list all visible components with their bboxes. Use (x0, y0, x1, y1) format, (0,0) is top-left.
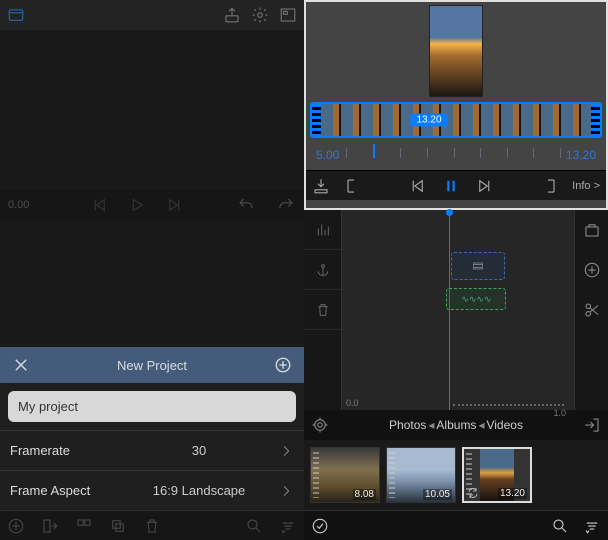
add-circle-icon[interactable] (6, 516, 26, 536)
pause-icon[interactable] (442, 177, 460, 195)
aspect-value: 16:9 Landscape (120, 483, 278, 498)
breadcrumb[interactable]: Photos◂Albums◂Videos (340, 418, 572, 432)
timeline-tracks: ∿∿∿∿ 0.0 (304, 210, 608, 410)
zoom-start: 0.0 (346, 398, 359, 408)
add-icon[interactable] (272, 354, 294, 376)
check-circle-icon[interactable] (310, 516, 330, 536)
audio-clip-placeholder[interactable]: ∿∿∿∿ (446, 288, 506, 310)
import-icon[interactable] (40, 516, 60, 536)
framerate-value: 30 (120, 443, 278, 458)
export-icon[interactable] (222, 5, 242, 25)
undo-icon[interactable] (236, 195, 256, 215)
gear-icon[interactable] (250, 5, 270, 25)
close-icon[interactable] (10, 354, 32, 376)
info-button[interactable]: Info > (572, 180, 600, 192)
left-bottom-toolbar (0, 510, 304, 540)
gallery-icon[interactable] (278, 5, 298, 25)
prev-frame-icon[interactable] (89, 195, 109, 215)
chevron-right-icon (278, 443, 294, 459)
media-thumb[interactable]: 13.20 (462, 447, 532, 503)
crumb-photos[interactable]: Photos (389, 418, 426, 432)
sort-icon[interactable] (582, 516, 602, 536)
download-icon[interactable] (312, 177, 330, 195)
thumb-duration: 8.08 (353, 489, 376, 500)
search-icon[interactable] (550, 516, 570, 536)
preview-thumb (430, 6, 482, 96)
right-preview-area (306, 2, 606, 100)
right-bottom-toolbar (304, 510, 608, 540)
media-thumb[interactable]: 10.05 (386, 447, 456, 503)
timeline-body[interactable]: ∿∿∿∿ 0.0 (342, 210, 574, 410)
library-icon[interactable] (310, 415, 330, 435)
insert-icon[interactable] (582, 415, 602, 435)
thumb-duration: 13.20 (498, 488, 527, 499)
redo-icon[interactable] (276, 195, 296, 215)
thumb-duration: 10.05 (423, 489, 452, 500)
left-transport-bar: 0.00 (0, 190, 304, 220)
right-preview-frame: 13.20 5.00 13.20 Info > (304, 0, 608, 210)
scissors-icon[interactable] (575, 290, 608, 330)
left-preview-area (0, 30, 304, 190)
aspect-row[interactable]: Frame Aspect 16:9 Landscape (0, 470, 304, 510)
media-thumb[interactable]: 8.08 (310, 447, 380, 503)
sort-icon[interactable] (278, 516, 298, 536)
plus-circle-icon[interactable] (575, 250, 608, 290)
project-name-input[interactable] (18, 399, 286, 414)
new-project-header: New Project (0, 347, 304, 383)
prev-frame-icon[interactable] (408, 177, 426, 195)
media-thumbnails: 8.08 10.05 13.20 (304, 440, 608, 510)
mark-in-icon[interactable] (342, 177, 360, 195)
levels-icon[interactable] (304, 210, 341, 250)
aspect-label: Frame Aspect (10, 483, 120, 498)
preview-timescale[interactable]: 5.00 13.20 (306, 140, 606, 170)
framerate-row[interactable]: Framerate 30 (0, 430, 304, 470)
next-frame-icon[interactable] (165, 195, 185, 215)
left-toolbar (0, 0, 304, 30)
filmstrip-playhead-label: 13.20 (410, 114, 447, 127)
crumb-videos[interactable]: Videos (486, 418, 522, 432)
mark-out-icon[interactable] (542, 177, 560, 195)
zoom-scale (453, 404, 564, 406)
filmstrip[interactable]: 13.20 (310, 102, 602, 138)
copy-icon[interactable] (108, 516, 128, 536)
new-project-title: New Project (32, 358, 272, 373)
playhead[interactable] (449, 210, 450, 410)
video-clip-placeholder[interactable] (451, 252, 505, 280)
project-name-field-wrap (8, 391, 296, 422)
next-frame-icon[interactable] (476, 177, 494, 195)
left-timecode: 0.00 (8, 199, 38, 211)
trash-icon[interactable] (304, 290, 341, 330)
chevron-right-icon (278, 483, 294, 499)
select-icon[interactable] (74, 516, 94, 536)
crumb-albums[interactable]: Albums (436, 418, 476, 432)
toolbox-icon[interactable] (575, 210, 608, 250)
scale-start: 5.00 (316, 148, 339, 162)
scale-end: 13.20 (566, 148, 596, 162)
search-icon[interactable] (244, 516, 264, 536)
anchor-icon[interactable] (304, 250, 341, 290)
new-project-panel: New Project Framerate 30 Frame Aspect 16… (0, 347, 304, 510)
framerate-label: Framerate (10, 443, 120, 458)
play-icon[interactable] (127, 195, 147, 215)
projects-icon[interactable] (6, 5, 26, 25)
right-transport-bar: Info > (306, 170, 606, 200)
sync-icon (467, 487, 479, 499)
trash-icon[interactable] (142, 516, 162, 536)
